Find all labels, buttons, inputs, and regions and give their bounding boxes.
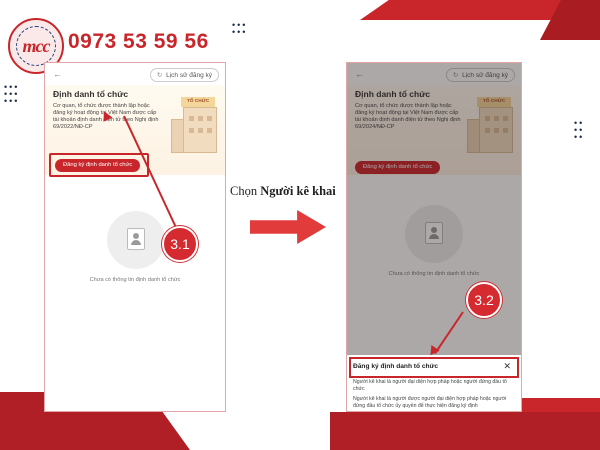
decorative-dots: ••• ••• ••• xyxy=(4,82,20,106)
building-sign: TỔ CHỨC xyxy=(181,97,215,107)
register-org-button[interactable]: Đăng ký định danh tổ chức xyxy=(55,159,141,172)
instruction-text: Chọn Người kê khai xyxy=(230,184,336,199)
declarant-option-legal-rep[interactable]: Người kê khai là người đại diện hợp pháp… xyxy=(353,379,513,392)
step-badge-3-1: 3.1 xyxy=(162,226,198,262)
brand-logo-text: mcc xyxy=(22,36,51,56)
close-icon[interactable]: ✕ xyxy=(503,361,511,372)
decorative-dots: •••••• xyxy=(574,118,585,142)
screen-step-3-2: ← ↻ Lịch sử đăng ký Định danh tổ chức Cơ… xyxy=(346,62,522,412)
instruction-emphasis: Người kê khai xyxy=(260,184,336,198)
sheet-title: Đăng ký định danh tổ chức xyxy=(353,363,439,370)
history-button-label: Lịch sử đăng ký xyxy=(166,72,212,79)
history-icon: ↻ xyxy=(156,72,163,79)
declarant-option-authorized[interactable]: Người kê khai là người được người đại di… xyxy=(353,396,513,409)
screen-step-3-1: ← ↻ Lịch sử đăng ký Định danh tổ chức Cơ… xyxy=(44,62,226,412)
building-illustration: TỔ CHỨC xyxy=(171,97,217,153)
history-button[interactable]: ↻ Lịch sử đăng ký xyxy=(149,68,219,82)
screen-title: Định danh tổ chức xyxy=(53,89,129,99)
decorative-band-bottom-right xyxy=(330,412,600,450)
empty-state-illustration xyxy=(107,211,165,269)
id-card-icon xyxy=(127,228,145,250)
instruction-prefix: Chọn xyxy=(230,184,261,198)
decorative-dots: •••••• xyxy=(232,20,248,37)
step-badge-3-2: 3.2 xyxy=(466,282,502,318)
right-arrow-icon xyxy=(250,210,326,244)
back-arrow-icon[interactable]: ← xyxy=(53,69,62,79)
empty-state-text: Chưa có thông tin định danh tổ chức xyxy=(89,277,181,283)
brand-phone: 0973 53 59 56 xyxy=(68,30,209,53)
